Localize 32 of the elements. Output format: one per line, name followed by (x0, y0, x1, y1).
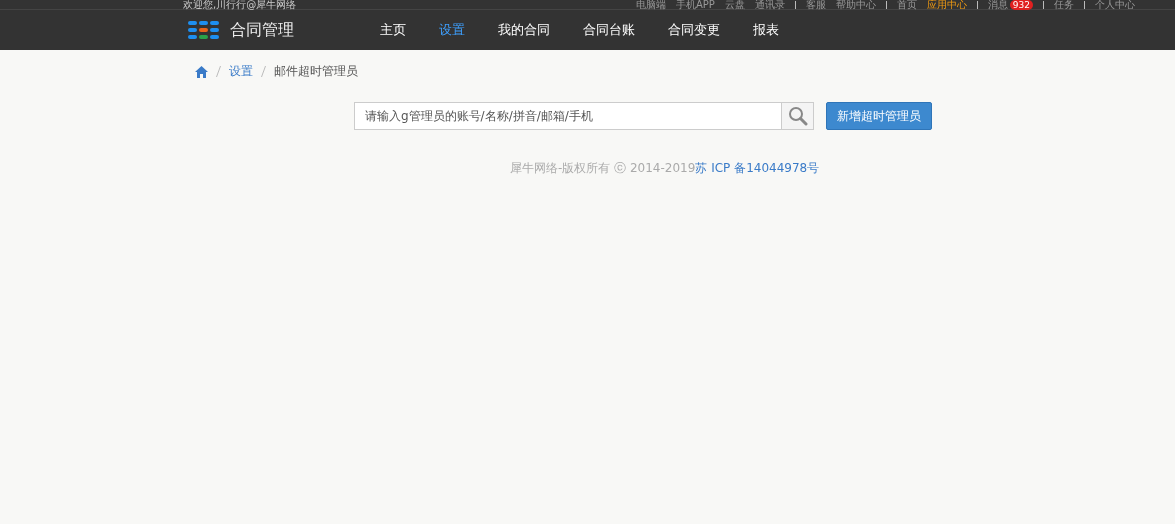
top-link[interactable]: 任务 (1054, 0, 1074, 9)
app-title: 合同管理 (230, 19, 295, 41)
top-link[interactable]: 首页 (896, 0, 917, 9)
top-link[interactable]: 应用中心 (926, 0, 967, 9)
breadcrumb-separator (261, 66, 266, 77)
app-grid-icon (188, 21, 220, 39)
top-link[interactable]: 帮助中心 (835, 0, 876, 9)
copyright-text: 犀牛网络-版权所有 ⓒ 2014-2019 (510, 160, 696, 177)
home-icon[interactable] (195, 65, 208, 78)
top-link[interactable]: 客服 (805, 0, 826, 9)
welcome-text: 欢迎您,川行行@犀牛网络 (183, 0, 297, 9)
breadcrumb-link[interactable]: 设置 (229, 63, 253, 80)
top-link[interactable]: 消息 932 (987, 0, 1033, 10)
nav-tab[interactable]: 合同变更 (668, 21, 720, 39)
top-link[interactable]: 通讯录 (754, 0, 785, 9)
top-link[interactable]: 电脑端 (635, 0, 666, 9)
icp-link[interactable]: 苏 ICP 备14044978号 (695, 160, 820, 177)
message-count-badge: 932 (1009, 0, 1033, 10)
nav-tab[interactable]: 我的合同 (498, 21, 550, 39)
nav-tab[interactable]: 合同台账 (583, 21, 635, 39)
top-link[interactable]: 手机APP (675, 0, 715, 9)
nav-tab[interactable]: 报表 (753, 21, 779, 39)
search-icon (787, 106, 808, 126)
nav-tab[interactable]: 设置 (439, 21, 465, 39)
top-link[interactable]: 个人中心 (1095, 0, 1135, 9)
top-link[interactable]: 云盘 (724, 0, 745, 9)
nav-tab[interactable]: 主页 (380, 21, 406, 39)
add-admin-button[interactable]: 新增超时管理员 (826, 102, 932, 130)
search-field[interactable]: 请输入g管理员的账号/名称/拼音/邮箱/手机 (354, 102, 782, 130)
breadcrumb-current: 邮件超时管理员 (274, 63, 358, 80)
breadcrumb-separator (216, 66, 221, 77)
search-button[interactable] (782, 102, 814, 130)
